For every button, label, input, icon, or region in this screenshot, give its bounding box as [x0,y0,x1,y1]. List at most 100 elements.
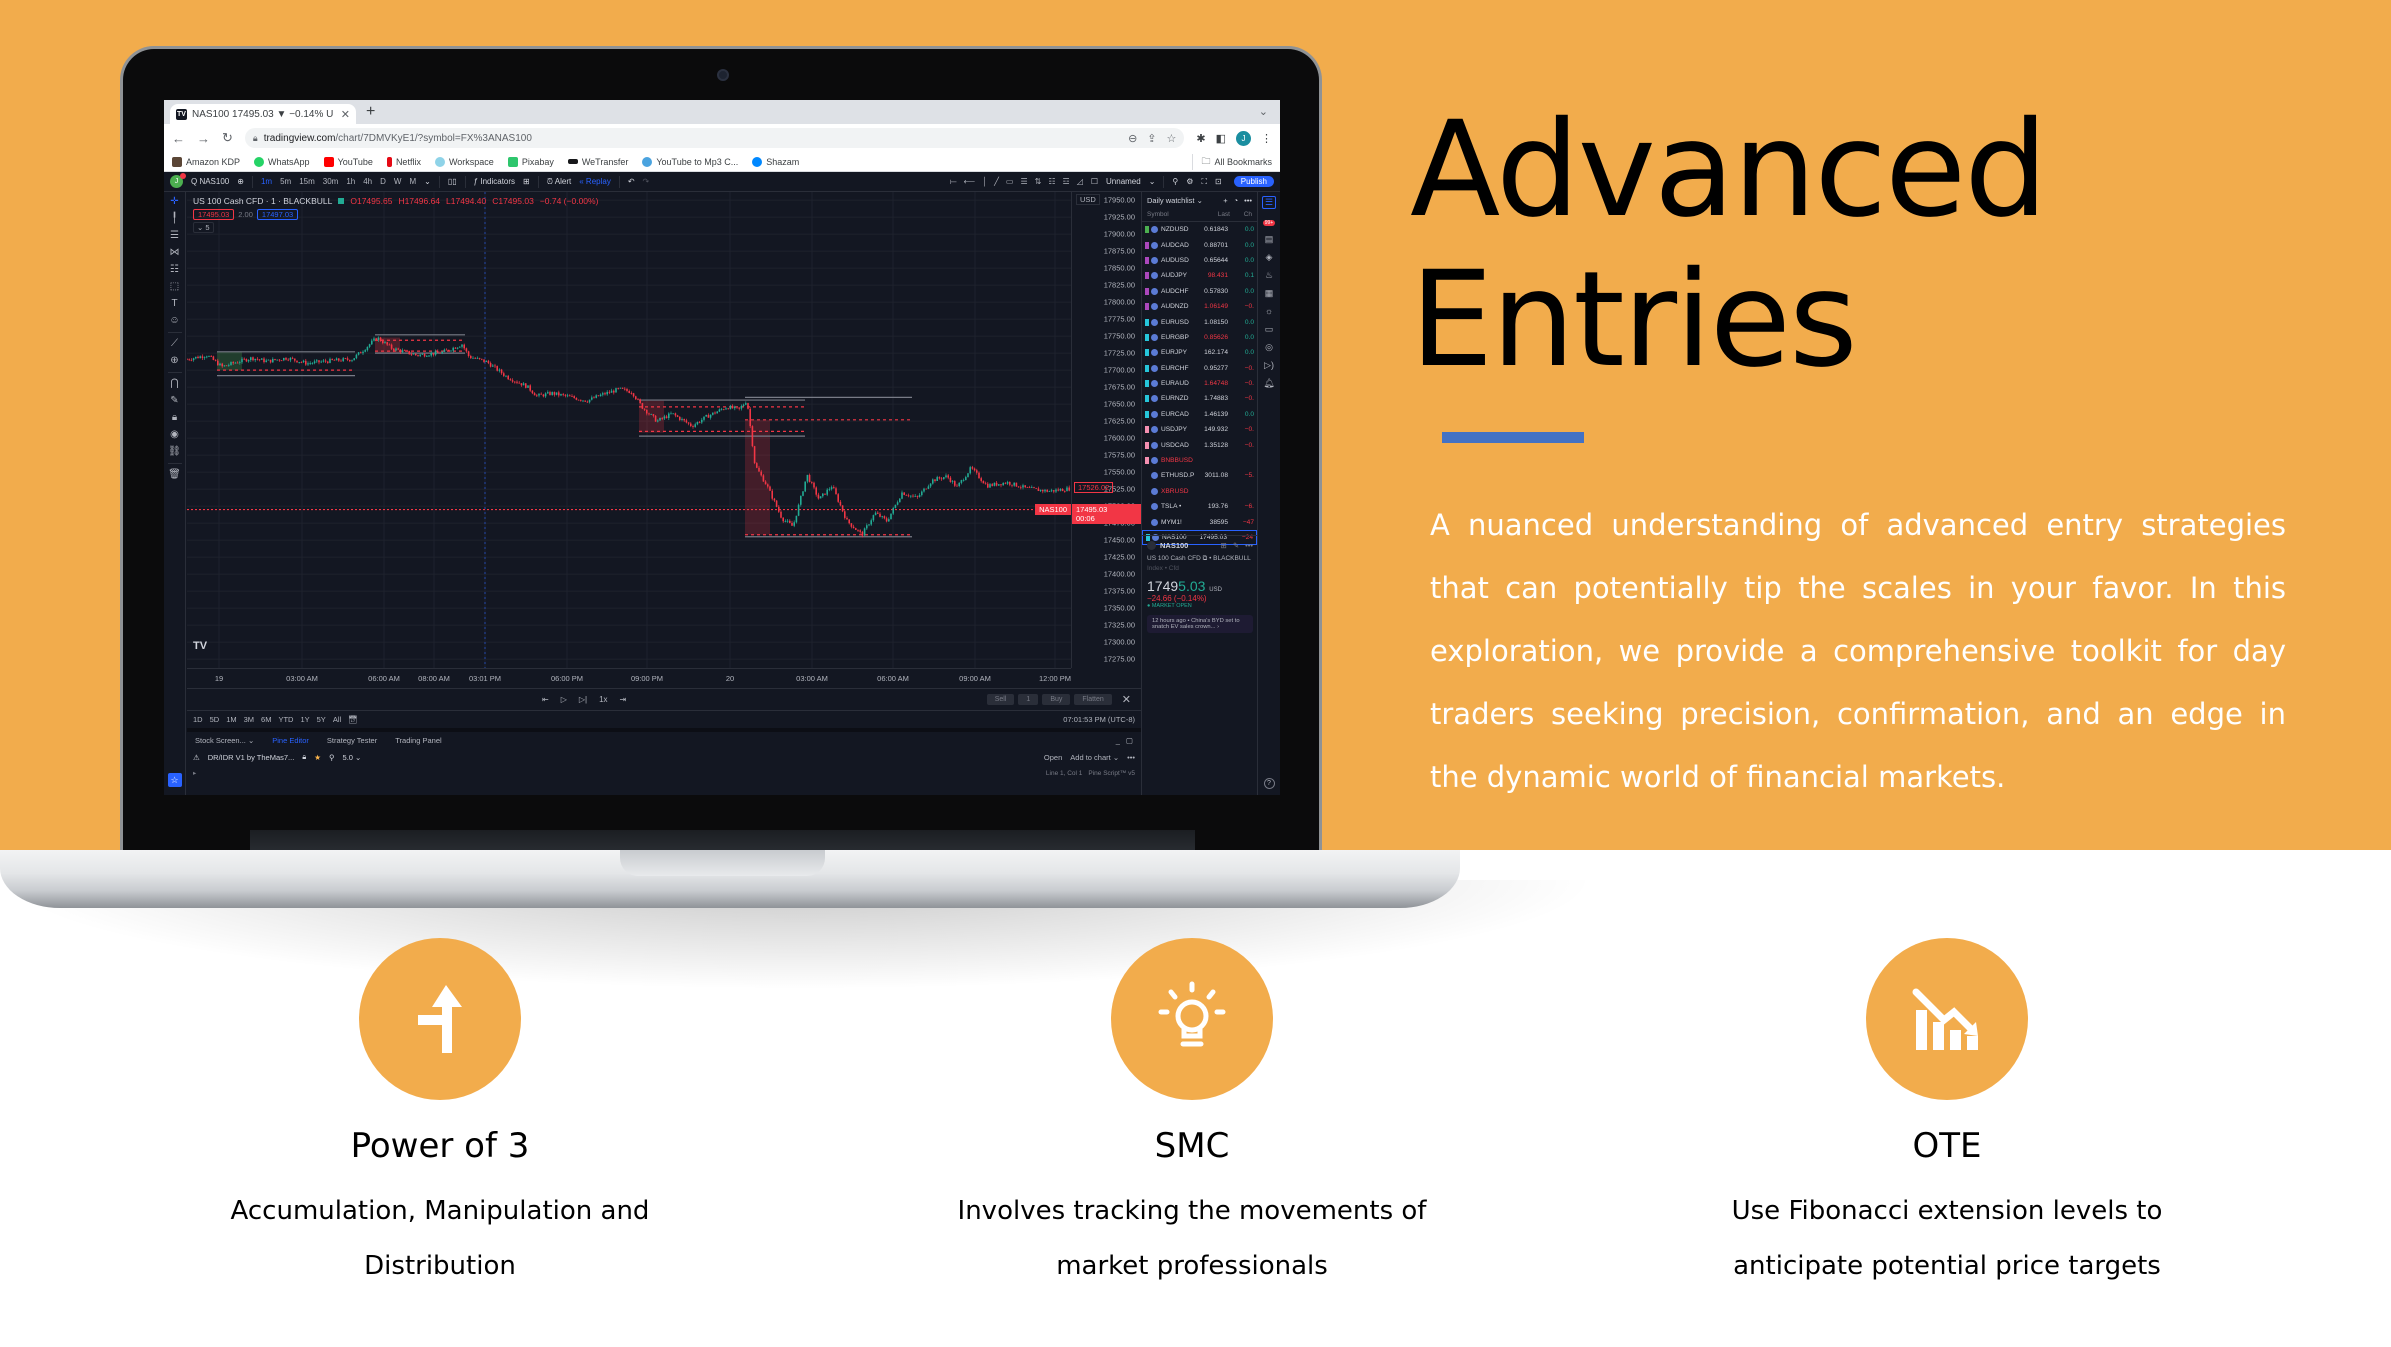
console-toggle-icon[interactable]: ▸ [193,769,196,777]
timeframe-w[interactable]: W [394,177,402,186]
fib-tools-icon[interactable]: ☷ [170,264,179,276]
publish-button[interactable]: Publish [1233,176,1274,187]
color-flag-icon[interactable] [1145,519,1149,526]
help-icon[interactable]: ? [1263,778,1275,789]
timeframe-d[interactable]: D [380,177,386,186]
color-flag-icon[interactable] [1145,457,1149,465]
color-flag-icon[interactable] [1145,241,1149,249]
replay-select-bar-icon[interactable]: ⇤ [542,695,549,704]
candlestick-plot[interactable] [187,192,1071,668]
sync-link-icon[interactable]: ⛓ [168,446,181,458]
color-flag-icon[interactable] [1145,303,1149,311]
column-change[interactable]: Ch [1230,211,1252,218]
range-6m[interactable]: 6M [261,715,271,724]
replay-button[interactable]: « Replay [579,177,611,186]
range-all[interactable]: All [333,715,341,724]
range-1d[interactable]: 1D [193,715,203,724]
redo-icon[interactable]: ↷ [643,177,650,186]
symbol-search[interactable]: Q NAS100 [191,177,229,186]
fullscreen-icon[interactable]: ⛶ [1201,177,1207,187]
trend-lines-icon[interactable]: ☰ [170,230,179,242]
buy-button[interactable]: 17497.03 [256,209,299,220]
bookmark-whatsapp[interactable]: WhatsApp [254,156,310,167]
bookmark-youtube-mp3[interactable]: YouTube to Mp3 C... [642,156,738,167]
watchlist-row[interactable]: EURGBP 0.85626 0.0 [1142,330,1257,345]
bookmark-netflix[interactable]: Netflix [386,156,421,167]
object-tree-icon[interactable]: ▤ [1265,234,1274,245]
minimize-panel-icon[interactable]: _ [1116,736,1120,745]
bookmark-shazam[interactable]: Shazam [752,156,799,167]
stay-drawing-icon[interactable]: ✎ [170,395,178,407]
long-position-icon[interactable]: ⇅ [1035,177,1042,187]
candle-type-icon[interactable]: ▯▯ [448,177,457,186]
bookmark-workspace[interactable]: Workspace [434,156,494,167]
range-ytd[interactable]: YTD [278,715,293,724]
tab-stock-screener[interactable]: Stock Screen... ⌄ [195,736,254,745]
watchlist-row[interactable]: XBRUSD [1142,484,1257,499]
range-1y[interactable]: 1Y [300,715,309,724]
calendar-icon[interactable]: ▦ [1265,288,1274,299]
color-flag-icon[interactable] [1145,226,1149,234]
share-icon[interactable]: ⇪ [1147,132,1156,145]
templates-icon[interactable]: ⊞ [523,177,530,186]
layout-dropdown-icon[interactable]: ⌄ [1149,177,1156,186]
streams-icon[interactable]: ◎ [1265,342,1273,353]
crosshair-icon[interactable]: ✛ [170,196,178,208]
watchlist-icon[interactable]: ☰ [1261,196,1277,209]
indicators-button[interactable]: ƒ Indicators [474,177,515,186]
color-flag-icon[interactable] [1145,364,1149,372]
search-icon[interactable]: ⚲ [329,753,335,762]
watchlist-title[interactable]: Daily watchlist ⌄ [1147,196,1217,205]
ideas-lightbulb-icon[interactable]: ☼ [1265,306,1273,317]
replay-quantity[interactable]: 1 [1018,694,1039,705]
color-flag-icon[interactable] [1145,426,1149,434]
currency-selector[interactable]: USD [1076,194,1100,205]
watchlist-row[interactable]: EURCAD 1.46139 0.0 [1142,407,1257,422]
price-chart[interactable]: US 100 Cash CFD · 1 · BLACKBULL O17495.6… [187,192,1142,688]
timeframe-dropdown-icon[interactable]: ⌄ [424,177,431,186]
extensions-puzzle-icon[interactable]: ✱ [1196,132,1205,145]
replay-play-icon[interactable]: ▷ [561,695,567,704]
watchlist-row[interactable]: AUDCAD 0.88701 0.0 [1142,237,1257,252]
replay-step-forward-icon[interactable]: ▷| [579,695,587,704]
tv-user-avatar[interactable]: J [170,173,186,188]
replay-flatten-button[interactable]: Flatten [1074,694,1112,705]
watchlist-row[interactable]: USDJPY 149.932 −0. [1142,422,1257,437]
range-3m[interactable]: 3M [244,715,254,724]
news-headline[interactable]: 12 hours ago • China's BYD set to snatch… [1147,615,1253,633]
layout-checkbox-icon[interactable]: ☐ [1091,177,1098,186]
add-symbol-icon[interactable]: + [1223,196,1227,205]
timeframe-m[interactable]: M [409,177,416,186]
color-flag-icon[interactable] [1145,380,1149,388]
tab-trading-panel[interactable]: Trading Panel [395,736,441,745]
emoji-icon[interactable]: ☺ [169,315,179,327]
watchlist-row[interactable]: EURNZD 1.74883 −0. [1142,391,1257,406]
quick-search-icon[interactable]: ⚲ [1172,177,1178,186]
trash-icon[interactable]: 🗑︎ [168,469,181,481]
watchlist-row[interactable]: AUDCHF 0.57830 0.0 [1142,284,1257,299]
timeframe-15m[interactable]: 15m [299,177,315,186]
side-panel-icon[interactable]: ◧ [1216,132,1226,145]
shapes-icon[interactable]: ⬚ [170,281,179,293]
maximize-panel-icon[interactable]: ▢ [1126,736,1133,745]
watchlist-row[interactable]: EURCHF 0.95277 −0. [1142,361,1257,376]
alerts-clock-icon[interactable]: 99+ [1262,216,1276,227]
watchlist-row[interactable]: ETHUSD.P 3011.08 −5. [1142,468,1257,483]
address-bar[interactable]: 🔒︎ tradingview.com/chart/7DMVKyE1/?symbo… [244,128,1185,148]
watchlist-row[interactable]: EURAUD 1.64748 −0. [1142,376,1257,391]
color-flag-icon[interactable] [1145,318,1149,326]
range-5y[interactable]: 5Y [317,715,326,724]
notifications-bell-icon[interactable]: 🔔︎ [1263,378,1274,389]
color-flag-icon[interactable] [1145,395,1149,403]
ruler-icon[interactable]: ⟋ [171,338,178,350]
bookmark-pixabay[interactable]: Pixabay [507,156,554,167]
new-tab-button[interactable]: + [366,103,375,121]
replay-jump-realtime-icon[interactable]: ⇥ [620,695,627,704]
replay-sell-button[interactable]: Sell [986,694,1015,705]
broadcast-icon[interactable]: ▷) [1264,360,1274,371]
color-flag-icon[interactable] [1145,256,1149,264]
bookmark-youtube[interactable]: YouTube [323,156,373,167]
close-replay-icon[interactable]: ✕ [1122,693,1131,706]
replay-speed[interactable]: 1x [599,695,607,704]
compare-add-icon[interactable]: ⊕ [237,177,244,186]
